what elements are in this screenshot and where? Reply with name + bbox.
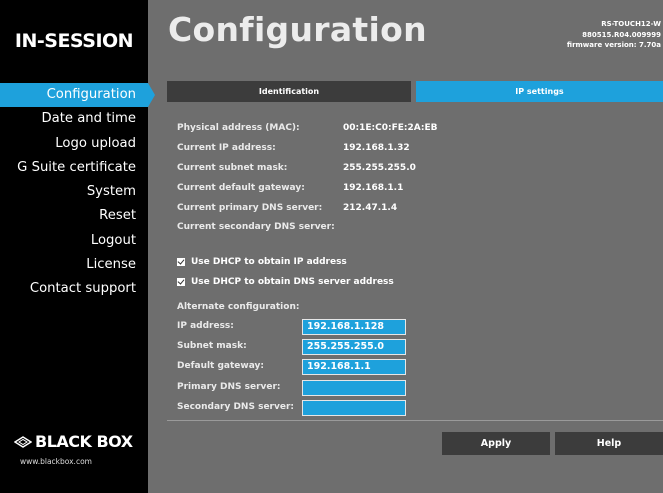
info-label: Current secondary DNS server: — [177, 222, 335, 232]
apply-button[interactable]: Apply — [442, 432, 550, 455]
info-value: 192.168.1.1 — [343, 183, 404, 193]
device-serial: 880515.R04.009999 — [582, 30, 661, 39]
tab-ip-settings[interactable]: IP settings — [416, 81, 663, 102]
info-value: 00:1E:C0:FE:2A:EB — [343, 123, 438, 133]
help-button[interactable]: Help — [555, 432, 663, 455]
sidebar-item-logout[interactable]: Logout — [0, 229, 148, 253]
black-box-logo: BLACK BOX www.blackbox.com — [14, 432, 134, 466]
info-label: Current default gateway: — [177, 183, 305, 193]
sidebar-item-g-suite-certificate[interactable]: G Suite certificate — [0, 156, 148, 180]
device-info: RS-TOUCH12-W 880515.R04.009999 firmware … — [567, 19, 661, 51]
checkbox-checked-icon[interactable] — [177, 278, 185, 286]
page-title: Configuration — [168, 10, 427, 49]
device-model: RS-TOUCH12-W — [601, 20, 661, 28]
dhcp-dns-checkbox[interactable]: Use DHCP to obtain DNS server address — [177, 275, 394, 289]
checkbox-label: Use DHCP to obtain DNS server address — [191, 277, 394, 287]
sidebar-item-system[interactable]: System — [0, 180, 148, 204]
sidebar-item-logo-upload[interactable]: Logo upload — [0, 132, 148, 156]
info-label: Current primary DNS server: — [177, 203, 323, 213]
sidebar-item-reset[interactable]: Reset — [0, 204, 148, 228]
sidebar-item-license[interactable]: License — [0, 253, 148, 277]
dhcp-ip-checkbox[interactable]: Use DHCP to obtain IP address — [177, 255, 347, 269]
alternate-config-title: Alternate configuration: — [177, 302, 300, 312]
info-label: Current subnet mask: — [177, 163, 288, 173]
firmware-version: firmware version: 7.70a — [566, 41, 661, 49]
sidebar-item-contact-support[interactable]: Contact support — [0, 277, 148, 301]
header: Configuration RS-TOUCH12-W 880515.R04.00… — [148, 0, 663, 82]
field-label: IP address: — [177, 321, 234, 331]
alt-subnet-input[interactable]: 255.255.255.0 — [302, 339, 406, 355]
alt-gateway-input[interactable]: 192.168.1.1 — [302, 359, 406, 375]
info-value: 255.255.255.0 — [343, 163, 416, 173]
info-value: 192.168.1.32 — [343, 143, 410, 153]
alt-primary-dns-input[interactable] — [302, 380, 406, 396]
info-label: Current IP address: — [177, 143, 276, 153]
field-label: Secondary DNS server: — [177, 402, 294, 412]
checkbox-label: Use DHCP to obtain IP address — [191, 257, 347, 267]
sidebar: IN-SESSION Configuration Date and time L… — [0, 0, 155, 493]
info-value: 212.47.1.4 — [343, 203, 398, 213]
tab-identification[interactable]: Identification — [167, 81, 411, 102]
sidebar-item-date-and-time[interactable]: Date and time — [0, 107, 148, 131]
sidebar-item-configuration[interactable]: Configuration — [0, 83, 155, 108]
sidebar-menu: Configuration Date and time Logo upload … — [0, 83, 155, 302]
black-box-diamond-icon — [14, 435, 32, 448]
alt-secondary-dns-input[interactable] — [302, 400, 406, 416]
field-label: Primary DNS server: — [177, 382, 281, 392]
checkbox-checked-icon[interactable] — [177, 258, 185, 266]
alt-ip-input[interactable]: 192.168.1.128 — [302, 319, 406, 335]
logo-name: BLACK BOX — [35, 432, 133, 451]
field-label: Subnet mask: — [177, 341, 247, 351]
logo-url[interactable]: www.blackbox.com — [14, 457, 134, 466]
info-label: Physical address (MAC): — [177, 123, 300, 133]
divider — [167, 420, 663, 421]
brand-logo: IN-SESSION — [0, 0, 148, 82]
field-label: Default gateway: — [177, 361, 264, 371]
brand-name: IN-SESSION — [14, 30, 134, 52]
